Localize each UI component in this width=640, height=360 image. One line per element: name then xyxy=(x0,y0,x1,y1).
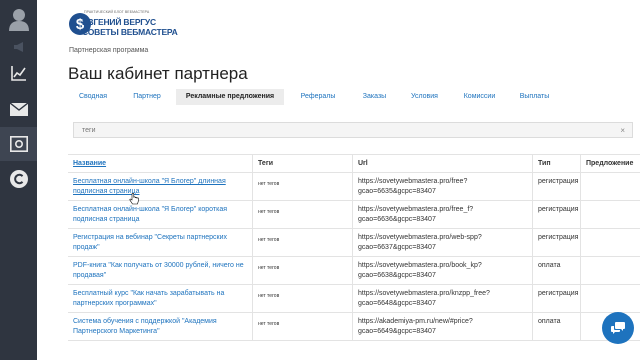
offer-type: оплата xyxy=(533,257,581,284)
offers-table: Название Теги Url Тип Предложение Беспла… xyxy=(68,154,640,341)
tab-referrals[interactable]: Рефералы xyxy=(284,89,352,105)
tab-orders[interactable]: Заказы xyxy=(352,89,397,105)
tab-summary[interactable]: Сводная xyxy=(68,89,118,105)
offer-proposal xyxy=(581,229,640,256)
table-row: Регистрация на вебинар "Секреты партнерс… xyxy=(68,229,640,257)
tab-commissions[interactable]: Комиссии xyxy=(452,89,507,105)
column-header-tags: Теги xyxy=(253,155,353,172)
offer-name-link[interactable]: Система обучения с поддержкой "Академия … xyxy=(68,313,253,340)
offer-url: https://sovetywebmastera.pro/free?gcao=6… xyxy=(353,173,533,200)
offer-name-link[interactable]: Бесплатная онлайн-школа "Я Блогер" длинн… xyxy=(68,173,253,200)
chart-icon[interactable] xyxy=(0,56,37,90)
offer-proposal xyxy=(581,173,640,200)
column-header-type: Тип xyxy=(533,155,581,172)
table-row: Бесплатная онлайн-школа "Я Блогер" длинн… xyxy=(68,173,640,201)
offer-proposal xyxy=(581,285,640,312)
column-header-name[interactable]: Название xyxy=(68,155,253,172)
offer-type: регистрация xyxy=(533,201,581,228)
column-header-url: Url xyxy=(353,155,533,172)
chat-button[interactable] xyxy=(602,312,634,344)
offer-proposal xyxy=(581,201,640,228)
offer-type: регистрация xyxy=(533,173,581,200)
chat-logo-icon[interactable] xyxy=(0,162,37,196)
mail-icon[interactable] xyxy=(0,92,37,126)
logo-tagline: ПРАКТИЧЕСКИЙ БЛОГ ВЕБМАСТЕРА xyxy=(84,10,150,14)
offer-type: оплата xyxy=(533,313,581,340)
offer-url: https://sovetywebmastera.pro/web-spp?gca… xyxy=(353,229,533,256)
offer-name-link[interactable]: Бесплатная онлайн-школа "Я Блогер" корот… xyxy=(68,201,253,228)
offer-tags: нет тегов xyxy=(253,201,353,228)
tags-search-input[interactable] xyxy=(82,125,602,136)
breadcrumb: Партнерская программа xyxy=(69,47,149,54)
offer-url: https://sovetywebmastera.pro/free_f?gcao… xyxy=(353,201,533,228)
offer-tags: нет тегов xyxy=(253,173,353,200)
clear-icon[interactable]: × xyxy=(620,125,625,136)
left-sidebar xyxy=(0,0,37,360)
offer-url: https://sovetywebmastera.pro/knzpp_free?… xyxy=(353,285,533,312)
offer-tags: нет тегов xyxy=(253,285,353,312)
logo-line-1: ЕВГЕНИЙ ВЕРГУС xyxy=(82,17,156,27)
tab-bar: Сводная Партнер Рекламные предложения Ре… xyxy=(68,89,562,105)
table-row: PDF-книга "Как получать от 30000 рублей,… xyxy=(68,257,640,285)
offer-name-link[interactable]: Регистрация на вебинар "Секреты партнерс… xyxy=(68,229,253,256)
table-row: Бесплатная онлайн-школа "Я Блогер" корот… xyxy=(68,201,640,229)
column-header-offer: Предложение xyxy=(586,160,634,167)
tags-search-box: × xyxy=(73,122,633,138)
hand-cursor-icon xyxy=(129,193,139,205)
page-title: Ваш кабинет партнера xyxy=(68,64,248,83)
offer-tags: нет тегов xyxy=(253,257,353,284)
safe-icon[interactable] xyxy=(0,127,37,161)
offer-proposal xyxy=(581,257,640,284)
offer-tags: нет тегов xyxy=(253,229,353,256)
logo-line-2: СОВЕТЫ ВЕБМАСТЕРА xyxy=(82,27,178,37)
offer-type: регистрация xyxy=(533,229,581,256)
table-header: Название Теги Url Тип Предложение xyxy=(68,155,640,173)
site-logo[interactable]: $ ПРАКТИЧЕСКИЙ БЛОГ ВЕБМАСТЕРА ЕВГЕНИЙ В… xyxy=(68,10,238,40)
offer-name-link[interactable]: PDF-книга "Как получать от 30000 рублей,… xyxy=(68,257,253,284)
offer-url: https://akademiya-pm.ru/new/#price?gcao=… xyxy=(353,313,533,340)
offer-url: https://sovetywebmastera.pro/book_kp?gca… xyxy=(353,257,533,284)
tab-partner[interactable]: Партнер xyxy=(118,89,176,105)
table-row: Бесплатный курс "Как начать зарабатывать… xyxy=(68,285,640,313)
table-row: Система обучения с поддержкой "Академия … xyxy=(68,313,640,341)
tab-terms[interactable]: Условия xyxy=(397,89,452,105)
offer-tags: нет тегов xyxy=(253,313,353,340)
tab-ad-offers[interactable]: Рекламные предложения xyxy=(176,89,284,105)
tab-payouts[interactable]: Выплаты xyxy=(507,89,562,105)
chat-bubble-icon xyxy=(611,321,625,334)
offer-type: регистрация xyxy=(533,285,581,312)
offer-name-link[interactable]: Бесплатный курс "Как начать зарабатывать… xyxy=(68,285,253,312)
